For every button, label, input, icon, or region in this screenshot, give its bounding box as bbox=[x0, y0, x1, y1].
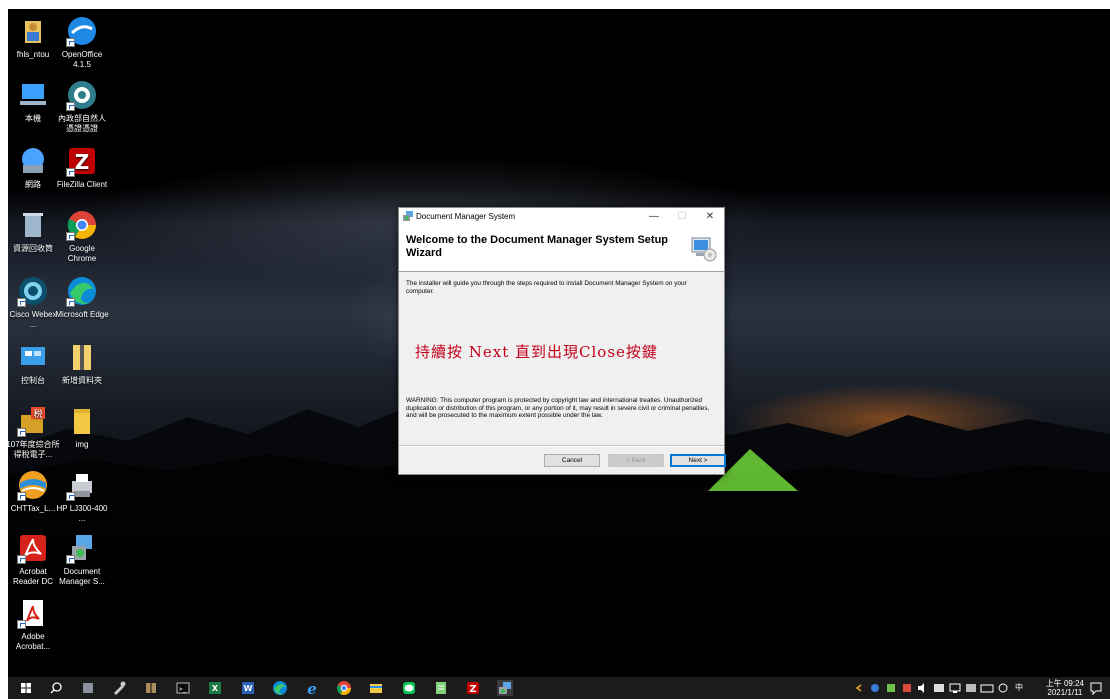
desktop-icon-acrobat-reader[interactable]: Acrobat Reader DC bbox=[8, 532, 60, 587]
desktop-icon-network[interactable]: 網路 bbox=[8, 145, 60, 190]
openoffice-icon bbox=[66, 15, 98, 47]
close-button[interactable]: ✕ bbox=[696, 208, 724, 225]
clock-time: 上午 09:24 bbox=[1045, 679, 1084, 688]
taskbar-cmd-icon[interactable]: >_ bbox=[175, 680, 191, 696]
line-icon[interactable] bbox=[401, 680, 417, 696]
taskbar-tools-icon[interactable] bbox=[111, 680, 127, 696]
tray-app-icon-4[interactable] bbox=[931, 680, 947, 696]
taskbar-app-icon[interactable] bbox=[80, 680, 96, 696]
filezilla-taskbar-icon[interactable]: Z bbox=[465, 680, 481, 696]
minimize-button[interactable]: — bbox=[640, 208, 668, 225]
tax-app-icon: 税 bbox=[17, 405, 49, 437]
taskbar-archive-icon[interactable] bbox=[143, 680, 159, 696]
taskbar-clock[interactable]: 上午 09:24 2021/1/11 bbox=[1046, 679, 1084, 697]
svg-text:Z: Z bbox=[75, 150, 90, 174]
notification-icon[interactable] bbox=[1088, 680, 1104, 696]
notepad-icon[interactable] bbox=[433, 680, 449, 696]
desktop-icon-this-pc[interactable]: 本機 bbox=[8, 79, 60, 124]
instruction-note: 持續按 Next 直到出現Close按鍵 bbox=[415, 343, 658, 361]
svg-text:Z: Z bbox=[469, 684, 476, 695]
desktop-icon-moi-cert[interactable]: 內政部自然人憑證憑證 bbox=[55, 79, 109, 134]
desktop-icon-chttax[interactable]: CHTTax_L... bbox=[8, 469, 60, 514]
search-icon[interactable] bbox=[48, 680, 64, 696]
computer-icon bbox=[17, 79, 49, 111]
wizard-header: Welcome to the Document Manager System S… bbox=[399, 225, 724, 272]
taskbar: >_ X W e Z 中 上午 09:24 2021/1/11 bbox=[8, 677, 1110, 699]
tray-app-icon-6[interactable] bbox=[995, 680, 1011, 696]
network-tray-icon[interactable] bbox=[947, 680, 963, 696]
tray-app-icon-5[interactable] bbox=[963, 680, 979, 696]
chrome-icon bbox=[66, 209, 98, 241]
desktop-icon-document-manager[interactable]: Document Manager S... bbox=[55, 532, 109, 587]
desktop-icon-chrome[interactable]: Google Chrome bbox=[55, 209, 109, 264]
acrobat-reader-icon bbox=[17, 532, 49, 564]
desktop-icon-control-panel[interactable]: 控制台 bbox=[8, 341, 60, 386]
network-icon bbox=[17, 145, 49, 177]
tray-app-icon-1[interactable] bbox=[867, 680, 883, 696]
desktop-icon-openoffice[interactable]: OpenOffice 4.1.5 bbox=[55, 15, 109, 70]
installer-app-icon bbox=[403, 211, 413, 221]
next-button[interactable]: Next > bbox=[670, 454, 726, 467]
desktop-icon-new-folder[interactable]: 新增資料夾 bbox=[55, 341, 109, 386]
svg-text:>_: >_ bbox=[179, 686, 187, 693]
folder-icon bbox=[66, 405, 98, 437]
start-button[interactable] bbox=[18, 680, 34, 696]
excel-icon[interactable]: X bbox=[207, 680, 223, 696]
filezilla-icon: Z bbox=[66, 145, 98, 177]
back-button[interactable]: < Back bbox=[608, 454, 664, 467]
input-language-indicator[interactable]: 中 bbox=[1015, 682, 1023, 699]
control-panel-icon bbox=[17, 341, 49, 373]
tray-chevron-icon[interactable] bbox=[851, 680, 867, 696]
desktop-icon-filezilla[interactable]: Z FileZilla Client bbox=[55, 145, 109, 190]
wizard-heading: Welcome to the Document Manager System S… bbox=[406, 234, 669, 259]
installer-taskbar-icon[interactable] bbox=[497, 680, 513, 696]
desktop-icon-img[interactable]: img bbox=[55, 405, 109, 450]
ie-icon[interactable]: e bbox=[304, 680, 320, 698]
desktop-screen: fhls_ntou OpenOffice 4.1.5 本機 內政部自然人憑證憑證… bbox=[8, 9, 1110, 699]
dialog-titlebar[interactable]: Document Manager System — ☐ ✕ bbox=[399, 208, 724, 225]
keyboard-icon[interactable] bbox=[979, 680, 995, 696]
desktop-icon-tax-107[interactable]: 税 107年度綜合所得稅電子... bbox=[8, 405, 60, 460]
desktop-icon-hp-printer[interactable]: HP LJ300-400 ... bbox=[55, 469, 109, 524]
volume-icon[interactable] bbox=[915, 680, 931, 696]
setup-wizard-dialog: Document Manager System — ☐ ✕ Welcome to… bbox=[398, 207, 726, 475]
chttax-icon bbox=[17, 469, 49, 501]
desktop-icon-webex[interactable]: Cisco Webex ... bbox=[8, 275, 60, 330]
clock-date: 2021/1/11 bbox=[1047, 688, 1083, 697]
installer-icon bbox=[66, 532, 98, 564]
cancel-button[interactable]: Cancel bbox=[544, 454, 600, 467]
svg-text:e: e bbox=[307, 680, 317, 696]
file-explorer-icon[interactable] bbox=[368, 680, 384, 696]
citizen-cert-icon bbox=[66, 79, 98, 111]
edge-icon bbox=[66, 275, 98, 307]
tray-app-icon-3[interactable] bbox=[899, 680, 915, 696]
svg-text:W: W bbox=[244, 684, 253, 693]
webex-icon bbox=[17, 275, 49, 307]
desktop-icon-adobe-acrobat[interactable]: Adobe Acrobat... bbox=[8, 597, 60, 652]
button-separator bbox=[399, 445, 724, 447]
printer-icon bbox=[66, 469, 98, 501]
maximize-button[interactable]: ☐ bbox=[668, 208, 696, 225]
adobe-acrobat-icon bbox=[17, 597, 49, 629]
svg-text:X: X bbox=[212, 684, 219, 693]
desktop-icon-fhls-ntou[interactable]: fhls_ntou bbox=[8, 15, 60, 60]
folder-zip-icon bbox=[66, 341, 98, 373]
user-folder-icon bbox=[17, 15, 49, 47]
tray-app-icon-2[interactable] bbox=[883, 680, 899, 696]
desktop-icon-edge[interactable]: Microsoft Edge bbox=[55, 275, 109, 320]
recycle-bin-icon bbox=[17, 209, 49, 241]
edge-taskbar-icon[interactable] bbox=[272, 680, 288, 696]
copyright-warning: WARNING: This computer program is protec… bbox=[406, 397, 710, 419]
word-icon[interactable]: W bbox=[240, 680, 256, 696]
desktop-icon-recycle-bin[interactable]: 資源回收筒 bbox=[8, 209, 60, 254]
dialog-title: Document Manager System bbox=[416, 212, 516, 221]
chrome-taskbar-icon[interactable] bbox=[336, 680, 352, 696]
wizard-intro-text: The installer will guide you through the… bbox=[406, 280, 687, 295]
computer-setup-icon bbox=[688, 234, 718, 264]
svg-text:税: 税 bbox=[33, 408, 42, 420]
